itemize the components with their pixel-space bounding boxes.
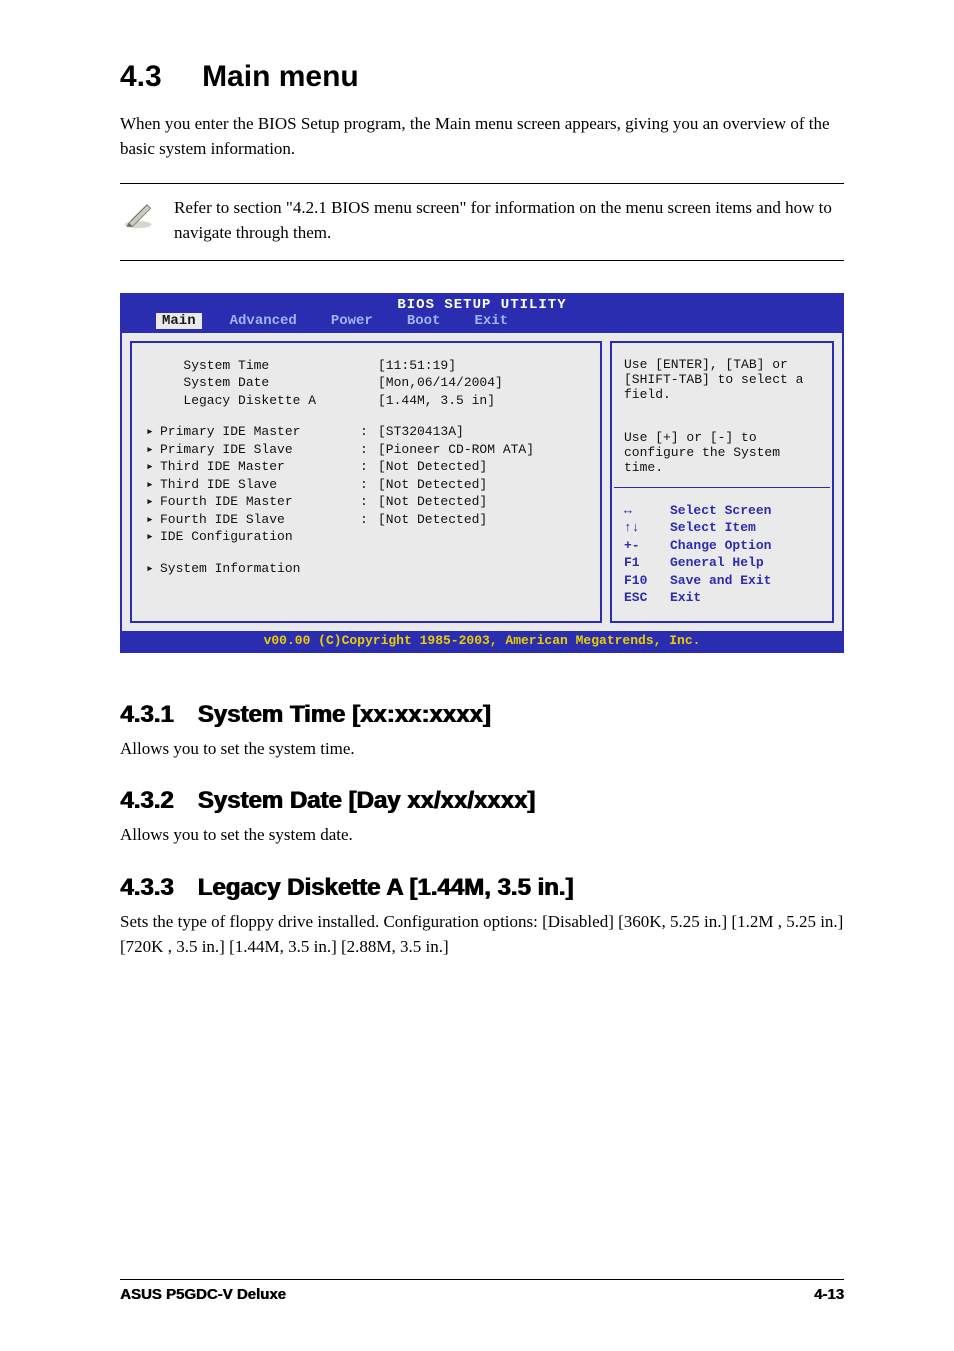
bios-field-row[interactable]: ▸ Primary IDE Slave:[Pioneer CD-ROM ATA] bbox=[146, 441, 590, 459]
section-title-text: Main menu bbox=[202, 60, 359, 93]
submenu-triangle-icon: ▸ bbox=[146, 441, 160, 459]
subsection-number: 4.3.1 bbox=[120, 701, 173, 729]
bios-field-label: System Information bbox=[160, 560, 360, 578]
bios-copyright: v00.00 (C)Copyright 1985-2003, American … bbox=[122, 631, 842, 651]
subsection-number: 4.3.3 bbox=[120, 874, 173, 902]
bios-title: BIOS SETUP UTILITY bbox=[122, 295, 842, 313]
bios-nav-key: F1 bbox=[624, 554, 670, 572]
help-divider bbox=[614, 487, 830, 488]
bios-tab-power[interactable]: Power bbox=[325, 313, 379, 329]
bios-field-value: [Not Detected] bbox=[378, 476, 487, 494]
note-callout: Refer to section "4.2.1 BIOS menu screen… bbox=[120, 183, 844, 260]
bios-field-row[interactable]: ▸ Primary IDE Master:[ST320413A] bbox=[146, 423, 590, 441]
bios-nav-label: Change Option bbox=[670, 538, 771, 553]
bios-nav-label: Select Item bbox=[670, 520, 756, 535]
bios-nav-row: +-Change Option bbox=[624, 537, 820, 555]
submenu-triangle-icon: ▸ bbox=[146, 493, 160, 511]
subsection-heading: 4.3.3 Legacy Diskette A [1.44M, 3.5 in.] bbox=[120, 874, 844, 902]
bios-field-row[interactable]: System Date [Mon,06/14/2004] bbox=[146, 374, 590, 392]
bios-field-value: [1.44M, 3.5 in] bbox=[378, 392, 495, 410]
section-heading: 4.3 Main menu bbox=[120, 60, 844, 94]
subsection-body: Allows you to set the system time. bbox=[120, 737, 844, 762]
bios-main-pane: System Time [11:51:19] System Date [Mon,… bbox=[130, 341, 602, 623]
subsection-body: Sets the type of floppy drive installed.… bbox=[120, 910, 844, 959]
subsection-title: Legacy Diskette A [1.44M, 3.5 in.] bbox=[197, 874, 573, 901]
bios-nav-row: F10Save and Exit bbox=[624, 572, 820, 590]
intro-paragraph: When you enter the BIOS Setup program, t… bbox=[120, 112, 844, 161]
bios-nav-key: ↑↓ bbox=[624, 519, 670, 537]
bios-field-label: Third IDE Slave bbox=[160, 476, 360, 494]
bios-field-label: Legacy Diskette A bbox=[160, 392, 360, 410]
bios-field-label: Fourth IDE Master bbox=[160, 493, 360, 511]
bios-field-row[interactable]: ▸ Third IDE Slave:[Not Detected] bbox=[146, 476, 590, 494]
bios-nav-key: F10 bbox=[624, 572, 670, 590]
bios-field-value: [ST320413A] bbox=[378, 423, 464, 441]
bios-nav-label: Select Screen bbox=[670, 503, 771, 518]
bios-nav-key: ESC bbox=[624, 589, 670, 607]
bios-tab-bar: Main Advanced Power Boot Exit bbox=[122, 313, 842, 333]
bios-help-pane: Use [ENTER], [TAB] or [SHIFT-TAB] to sel… bbox=[610, 341, 834, 623]
bios-field-row[interactable]: ▸ Fourth IDE Slave:[Not Detected] bbox=[146, 511, 590, 529]
bios-field-row[interactable]: System Time [11:51:19] bbox=[146, 357, 590, 375]
bios-nav-label: Exit bbox=[670, 590, 701, 605]
submenu-triangle-icon: ▸ bbox=[146, 476, 160, 494]
pencil-icon bbox=[120, 194, 156, 235]
bios-nav-label: General Help bbox=[670, 555, 764, 570]
section-number: 4.3 bbox=[120, 60, 162, 94]
bios-field-row[interactable]: Legacy Diskette A [1.44M, 3.5 in] bbox=[146, 392, 590, 410]
subsection-heading: 4.3.1 System Time [xx:xx:xxxx] bbox=[120, 701, 844, 729]
bios-field-value: [Pioneer CD-ROM ATA] bbox=[378, 441, 534, 459]
subsection-body: Allows you to set the system date. bbox=[120, 823, 844, 848]
bios-nav-help: ↔Select Screen↑↓Select Item+-Change Opti… bbox=[624, 502, 820, 607]
bios-field-value: [Not Detected] bbox=[378, 458, 487, 476]
bios-field-value: [Not Detected] bbox=[378, 511, 487, 529]
bios-nav-key: +- bbox=[624, 537, 670, 555]
bios-field-label: System Date bbox=[160, 374, 360, 392]
bios-field-row[interactable]: ▸ Third IDE Master:[Not Detected] bbox=[146, 458, 590, 476]
bios-field-label: IDE Configuration bbox=[160, 528, 360, 546]
footer-product: ASUS P5GDC-V Deluxe bbox=[120, 1286, 286, 1303]
note-text: Refer to section "4.2.1 BIOS menu screen… bbox=[174, 194, 844, 245]
bios-nav-row: ↔Select Screen bbox=[624, 502, 820, 520]
bios-tab-main[interactable]: Main bbox=[156, 313, 202, 329]
bios-field-row[interactable]: ▸ IDE Configuration bbox=[146, 528, 590, 546]
bios-nav-key: ↔ bbox=[624, 502, 670, 520]
bios-field-label: Third IDE Master bbox=[160, 458, 360, 476]
page-footer: ASUS P5GDC-V Deluxe 4-13 bbox=[120, 1279, 844, 1303]
subsection-title: System Date [Day xx/xx/xxxx] bbox=[197, 787, 535, 814]
submenu-triangle-icon: ▸ bbox=[146, 560, 160, 578]
bios-field-label: Primary IDE Master bbox=[160, 423, 360, 441]
footer-page-number: 4-13 bbox=[814, 1286, 844, 1303]
bios-field-label: Primary IDE Slave bbox=[160, 441, 360, 459]
bios-field-row[interactable]: ▸ System Information bbox=[146, 560, 590, 578]
bios-field-label: System Time bbox=[160, 357, 360, 375]
submenu-triangle-icon: ▸ bbox=[146, 423, 160, 441]
bios-help-text-1: Use [ENTER], [TAB] or [SHIFT-TAB] to sel… bbox=[624, 357, 820, 402]
bios-nav-row: ↑↓Select Item bbox=[624, 519, 820, 537]
bios-field-value: [Not Detected] bbox=[378, 493, 487, 511]
subsection-title: System Time [xx:xx:xxxx] bbox=[197, 701, 490, 728]
bios-nav-row: F1General Help bbox=[624, 554, 820, 572]
bios-nav-label: Save and Exit bbox=[670, 573, 771, 588]
submenu-triangle-icon: ▸ bbox=[146, 511, 160, 529]
bios-tab-boot[interactable]: Boot bbox=[401, 313, 447, 329]
bios-field-value: [11:51:19] bbox=[378, 357, 456, 375]
bios-nav-row: ESCExit bbox=[624, 589, 820, 607]
subsection-number: 4.3.2 bbox=[120, 787, 173, 815]
bios-field-label: Fourth IDE Slave bbox=[160, 511, 360, 529]
submenu-triangle-icon: ▸ bbox=[146, 528, 160, 546]
bios-tab-advanced[interactable]: Advanced bbox=[224, 313, 303, 329]
bios-help-text-2: Use [+] or [-] to configure the System t… bbox=[624, 430, 820, 475]
bios-field-value: [Mon,06/14/2004] bbox=[378, 374, 503, 392]
bios-setup-utility-panel: BIOS SETUP UTILITY Main Advanced Power B… bbox=[120, 293, 844, 653]
bios-tab-exit[interactable]: Exit bbox=[468, 313, 514, 329]
submenu-triangle-icon: ▸ bbox=[146, 458, 160, 476]
subsection-heading: 4.3.2 System Date [Day xx/xx/xxxx] bbox=[120, 787, 844, 815]
bios-field-row[interactable]: ▸ Fourth IDE Master:[Not Detected] bbox=[146, 493, 590, 511]
